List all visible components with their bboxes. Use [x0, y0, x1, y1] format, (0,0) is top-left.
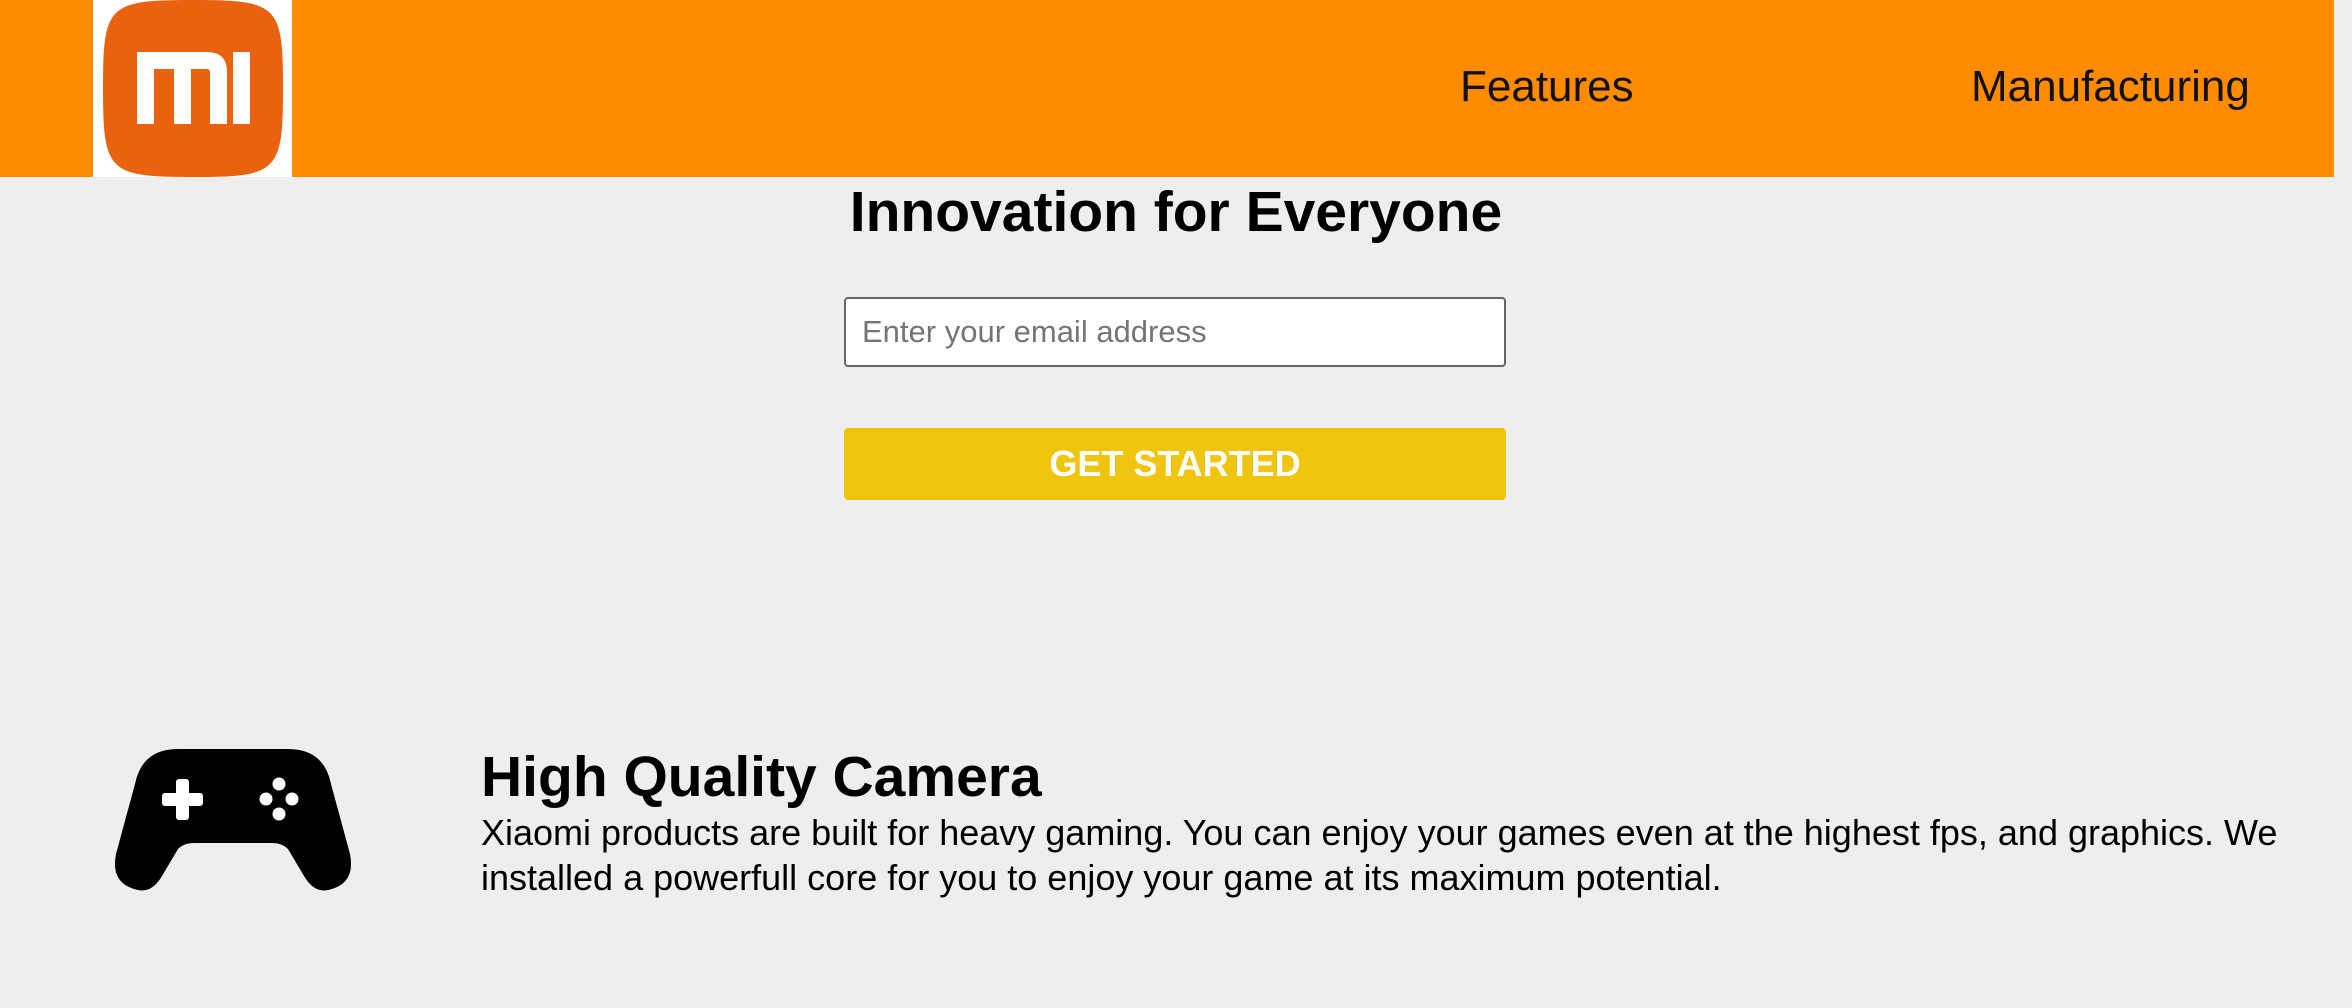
mi-logo-icon: [103, 0, 283, 177]
logo[interactable]: [93, 0, 292, 177]
get-started-button[interactable]: GET STARTED: [844, 428, 1506, 500]
nav-link-manufacturing[interactable]: Manufacturing: [1971, 60, 2250, 114]
feature-description: Xiaomi products are built for heavy gami…: [481, 812, 2278, 898]
feature-title: High Quality Camera: [481, 745, 1042, 809]
gamepad-icon: [114, 749, 352, 891]
nav-link-features[interactable]: Features: [1460, 60, 1634, 114]
site-header: Features Manufacturing: [0, 0, 2334, 177]
hero-title: Innovation for Everyone: [849, 180, 1503, 244]
email-input[interactable]: [844, 297, 1506, 367]
